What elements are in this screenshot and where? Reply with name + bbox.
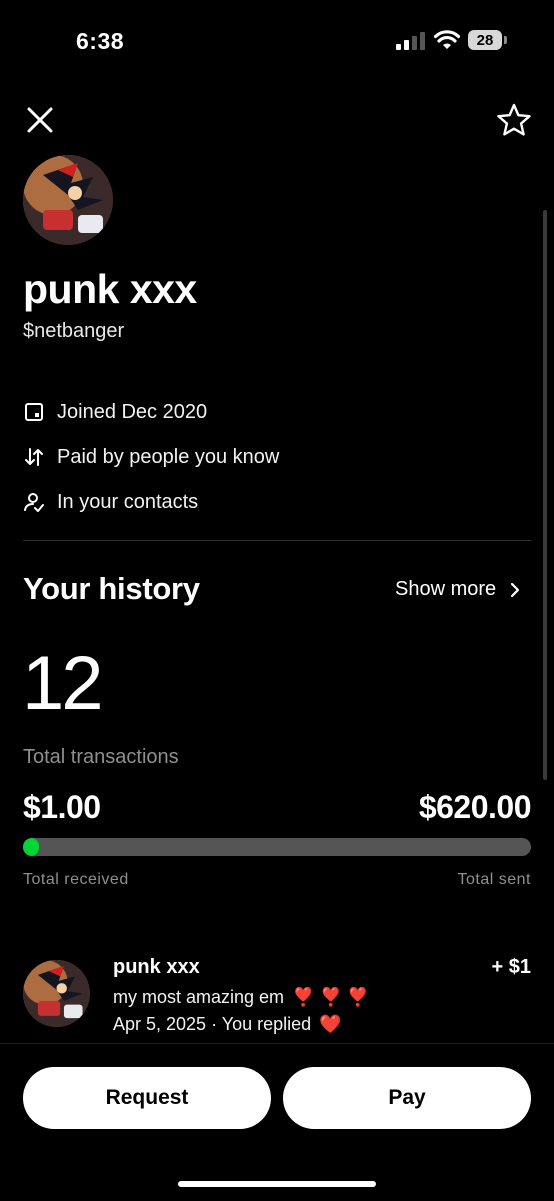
total-received-label: Total received — [23, 871, 129, 888]
star-icon[interactable] — [496, 102, 532, 138]
heart-emoji: ❤️ — [319, 1014, 342, 1034]
info-row-contacts: In your contacts — [23, 487, 198, 517]
history-title: Your history — [23, 571, 200, 606]
total-received-amount: $1.00 — [23, 789, 101, 825]
avatar-image — [23, 155, 113, 245]
avatar[interactable] — [23, 155, 113, 245]
transaction-message: my most amazing em ❣️ ❣️ ❣️ — [113, 987, 369, 1008]
info-paid-text: Paid by people you know — [57, 445, 280, 468]
close-icon[interactable] — [24, 104, 56, 136]
arrows-updown-icon — [25, 448, 43, 466]
show-more-button[interactable]: Show more — [395, 578, 520, 601]
transaction-count-label: Total transactions — [23, 746, 179, 768]
received-fill — [23, 838, 40, 856]
calendar-icon — [25, 403, 43, 421]
cellular-signal-icon — [396, 32, 425, 50]
info-contacts-text: In your contacts — [57, 490, 199, 513]
transaction-date-text: Apr 5, 2025 · You replied — [113, 1014, 312, 1034]
info-joined-text: Joined Dec 2020 — [57, 400, 208, 423]
transaction-amount: + $1 — [491, 956, 531, 978]
transaction-name[interactable]: punk xxx — [113, 956, 200, 979]
battery-level: 28 — [468, 30, 502, 50]
request-button[interactable]: Request — [23, 1067, 271, 1129]
wifi-icon — [434, 30, 460, 49]
info-row-joined: Joined Dec 2020 — [23, 397, 207, 427]
profile-cashtag: $netbanger — [23, 320, 125, 342]
received-sent-progress-bar — [23, 838, 531, 856]
heart-exclamation-emoji: ❣️ ❣️ ❣️ — [292, 987, 370, 1007]
transaction-count: 12 — [22, 641, 104, 726]
divider — [23, 540, 531, 541]
show-more-label: Show more — [395, 578, 497, 600]
info-row-paid: Paid by people you know — [23, 442, 279, 472]
status-time: 6:38 — [76, 28, 125, 54]
home-indicator[interactable] — [178, 1181, 376, 1187]
transaction-message-text: my most amazing em — [113, 987, 285, 1007]
profile-name: punk xxx — [23, 266, 197, 312]
transaction-date: Apr 5, 2025 · You replied ❤️ — [113, 1014, 342, 1035]
battery-tip — [504, 36, 507, 44]
transaction-avatar[interactable] — [23, 960, 90, 1027]
battery-indicator: 28 — [468, 30, 508, 52]
pay-button[interactable]: Pay — [283, 1067, 531, 1129]
total-sent-label: Total sent — [457, 871, 531, 888]
scrollbar[interactable] — [543, 210, 547, 780]
chevron-right-icon — [511, 582, 520, 597]
avatar-image — [23, 960, 90, 1027]
contact-check-icon — [24, 493, 44, 512]
total-sent-amount: $620.00 — [418, 789, 532, 825]
